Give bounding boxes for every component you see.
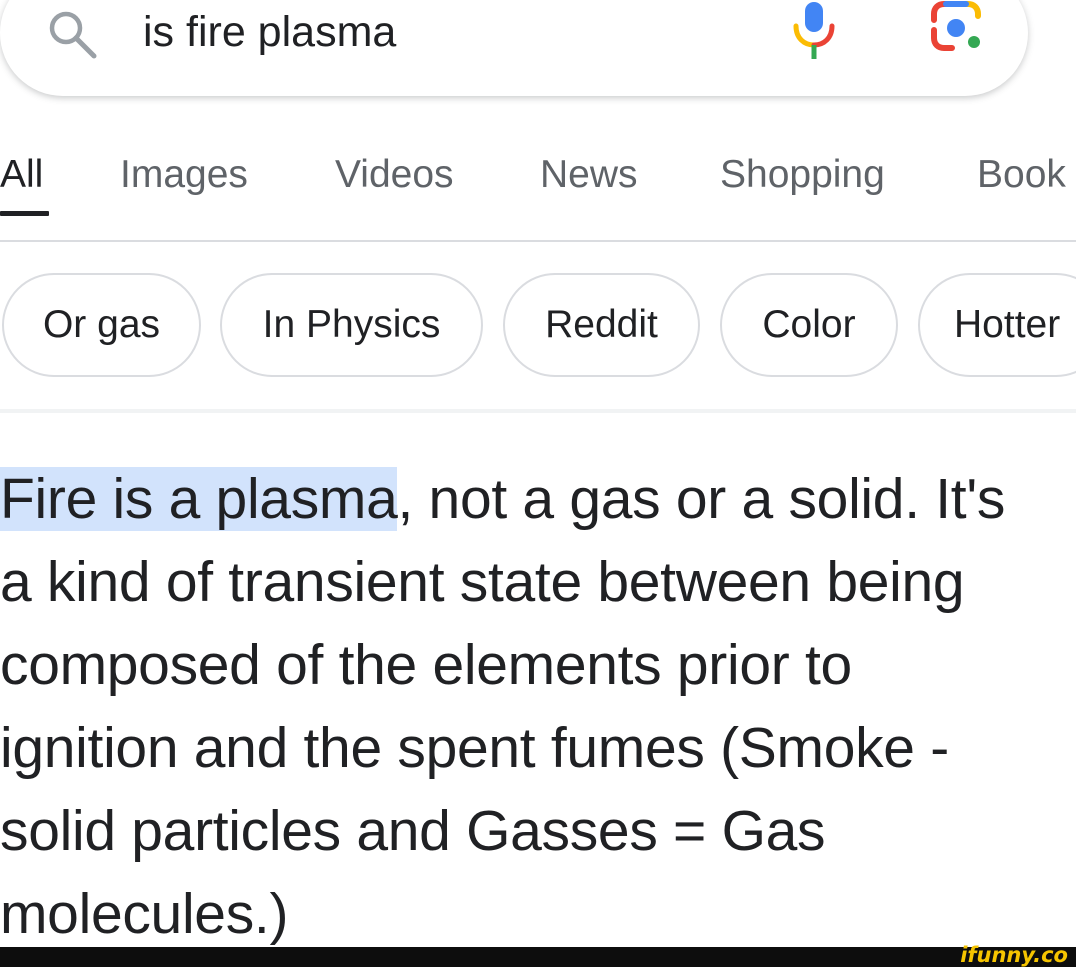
chip-color[interactable]: Color bbox=[720, 273, 898, 377]
tabs-divider bbox=[0, 240, 1076, 242]
tab-books[interactable]: Book bbox=[977, 150, 1066, 200]
chips-divider bbox=[0, 409, 1076, 413]
featured-snippet-text: Fire is a plasma, not a gas or a solid. … bbox=[0, 458, 1040, 956]
chip-or-gas[interactable]: Or gas bbox=[2, 273, 201, 377]
tab-shopping[interactable]: Shopping bbox=[720, 150, 885, 200]
search-input[interactable]: is fire plasma bbox=[143, 6, 396, 58]
tab-images[interactable]: Images bbox=[120, 150, 248, 200]
google-lens-icon[interactable] bbox=[928, 0, 984, 56]
answer-body: , not a gas or a solid. It's a kind of t… bbox=[0, 467, 1006, 946]
search-icon[interactable] bbox=[44, 6, 100, 62]
chip-in-physics[interactable]: In Physics bbox=[220, 273, 483, 377]
tab-videos[interactable]: Videos bbox=[335, 150, 454, 200]
highlighted-answer: Fire is a plasma bbox=[0, 467, 398, 531]
chip-hotter[interactable]: Hotter bbox=[918, 273, 1076, 377]
watermark-bar bbox=[0, 947, 1076, 967]
search-tabs: All Images Videos News Shopping Book bbox=[0, 150, 1076, 242]
mic-icon[interactable] bbox=[788, 0, 840, 62]
suggestion-chips: Or gas In Physics Reddit Color Hotter bbox=[0, 273, 1076, 381]
tab-news[interactable]: News bbox=[540, 150, 638, 200]
tab-all[interactable]: All bbox=[0, 150, 43, 200]
chip-reddit[interactable]: Reddit bbox=[503, 273, 700, 377]
search-bar[interactable]: is fire plasma bbox=[0, 0, 1028, 96]
ifunny-watermark: ifunny.co bbox=[960, 943, 1068, 967]
active-tab-indicator bbox=[0, 211, 49, 216]
